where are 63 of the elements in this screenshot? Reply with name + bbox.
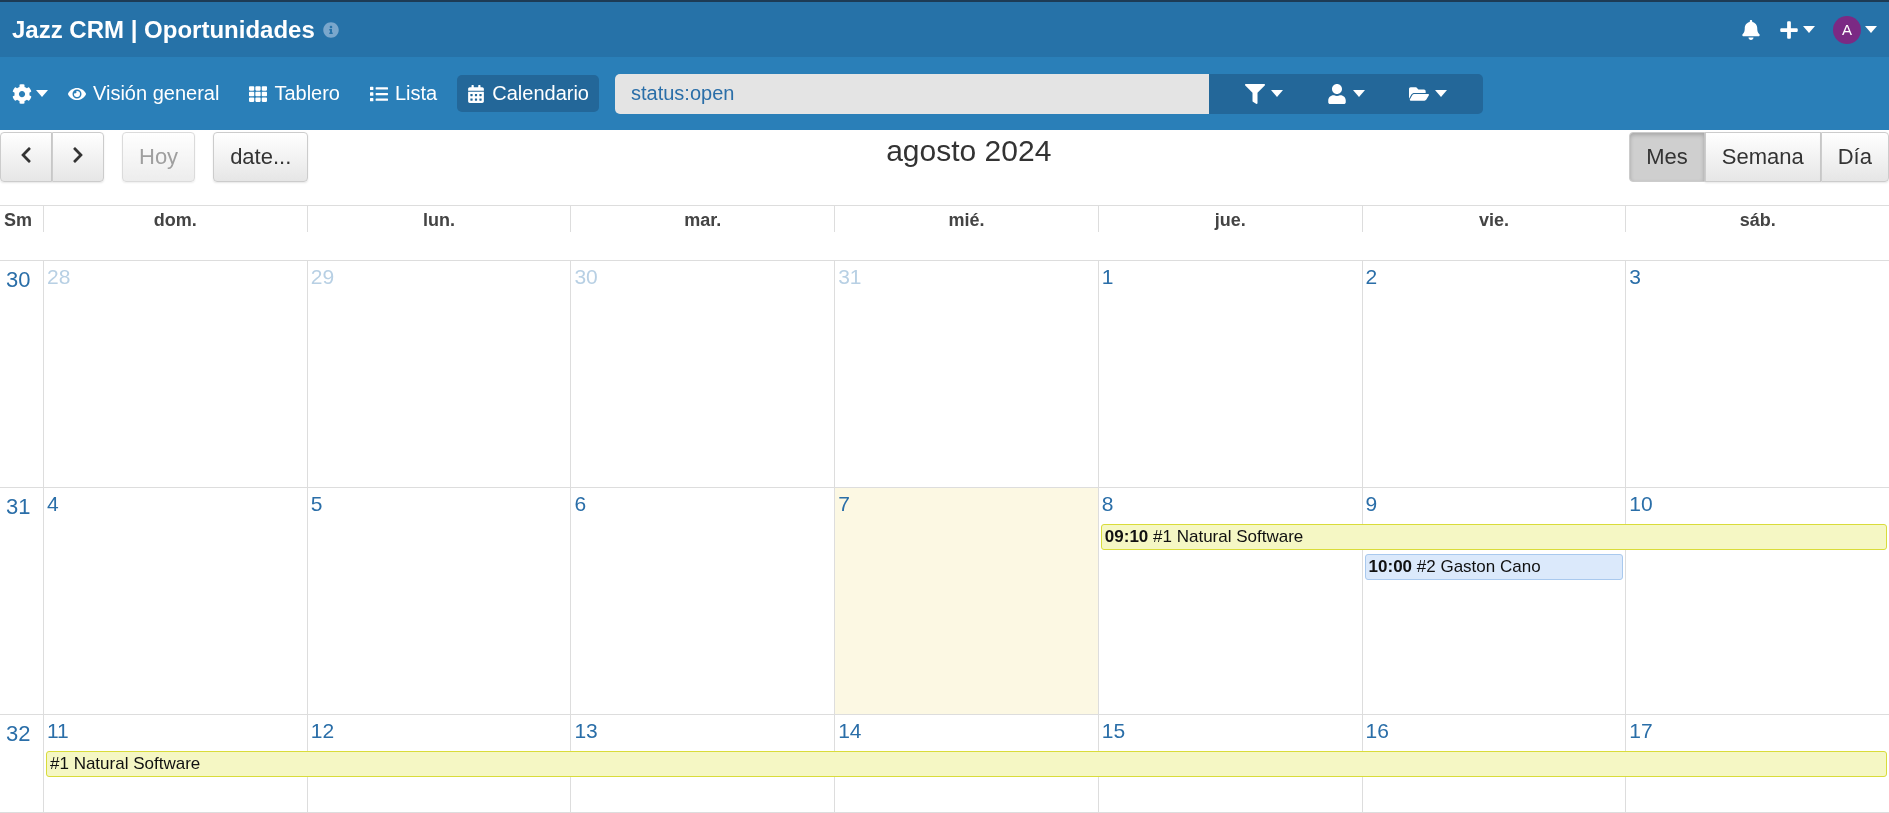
- date-picker-button[interactable]: date...: [213, 132, 309, 182]
- add-menu-button[interactable]: [1779, 19, 1815, 40]
- day-number[interactable]: 8: [1097, 488, 1114, 522]
- day-number[interactable]: 11: [43, 715, 69, 749]
- day-number[interactable]: 2: [1361, 261, 1378, 295]
- day-number[interactable]: 14: [834, 715, 862, 749]
- day-number[interactable]: 4: [43, 488, 59, 522]
- week-number: 32: [5, 720, 32, 748]
- day-number[interactable]: 12: [306, 715, 335, 749]
- weekday-header: vie.: [1361, 206, 1626, 232]
- calendar-event[interactable]: 10:00 #2 Gaston Cano: [1364, 554, 1624, 580]
- day-number[interactable]: 5: [306, 488, 323, 522]
- previous-button[interactable]: [0, 132, 52, 182]
- month-title: agosto 2024: [886, 134, 1052, 168]
- weekday-header: lun.: [306, 206, 571, 232]
- view-mode-button[interactable]: Semana: [1704, 132, 1821, 182]
- bell-icon: [1741, 19, 1761, 40]
- week-number: 31: [5, 493, 32, 521]
- caret-icon: [1865, 26, 1877, 33]
- weekday-header: jue.: [1097, 206, 1362, 232]
- caret-icon: [1435, 90, 1447, 97]
- view-mode-button[interactable]: Mes: [1629, 132, 1705, 182]
- user-avatar: A: [1833, 15, 1861, 44]
- calendar-event[interactable]: 09:10 #1 Natural Software: [1100, 524, 1887, 550]
- view-mode-button[interactable]: Día: [1820, 132, 1889, 182]
- week-number-header: Sm: [3, 209, 33, 232]
- search-field[interactable]: status:open: [615, 73, 1209, 114]
- view-tab[interactable]: Calendario: [457, 75, 599, 112]
- day-number[interactable]: 15: [1097, 715, 1126, 749]
- caret-icon: [36, 90, 48, 97]
- day-number[interactable]: 6: [570, 488, 587, 522]
- week-number: 30: [5, 266, 32, 294]
- view-tab[interactable]: Visión general: [58, 75, 230, 112]
- settings-icon: [12, 83, 32, 104]
- day-number[interactable]: 7: [834, 488, 850, 522]
- list-icon: [370, 84, 388, 103]
- calendar-icon: [467, 84, 486, 103]
- day-number[interactable]: 3: [1625, 261, 1641, 295]
- caret-icon: [1803, 26, 1815, 33]
- app-title: Jazz CRM | Oportunidades: [12, 15, 315, 44]
- weekday-header: mar.: [570, 206, 835, 232]
- weekday-header: sáb.: [1625, 206, 1889, 232]
- day-number[interactable]: 16: [1361, 715, 1389, 749]
- weekday-header: dom.: [43, 206, 307, 232]
- day-number[interactable]: 1: [1097, 261, 1114, 295]
- caret-icon: [1271, 90, 1283, 97]
- grid-icon: [249, 84, 268, 103]
- plus-icon: [1779, 19, 1799, 40]
- day-number[interactable]: 13: [570, 715, 598, 749]
- notifications-button[interactable]: [1741, 19, 1761, 40]
- view-tab[interactable]: Lista: [360, 75, 448, 112]
- settings-menu-button[interactable]: [12, 83, 48, 104]
- day-number[interactable]: 9: [1361, 488, 1378, 522]
- weekday-header: mié.: [834, 206, 1098, 232]
- calendar-event[interactable]: #1 Natural Software: [46, 751, 1887, 777]
- view-tab[interactable]: Tablero: [239, 75, 350, 112]
- next-button[interactable]: [52, 132, 104, 182]
- caret-icon: [1353, 90, 1365, 97]
- user-icon: [1327, 83, 1347, 104]
- user-menu-button[interactable]: A: [1833, 15, 1877, 44]
- filter-icon: [1245, 83, 1265, 104]
- day-number[interactable]: 17: [1625, 715, 1653, 749]
- day-number[interactable]: 10: [1625, 488, 1653, 522]
